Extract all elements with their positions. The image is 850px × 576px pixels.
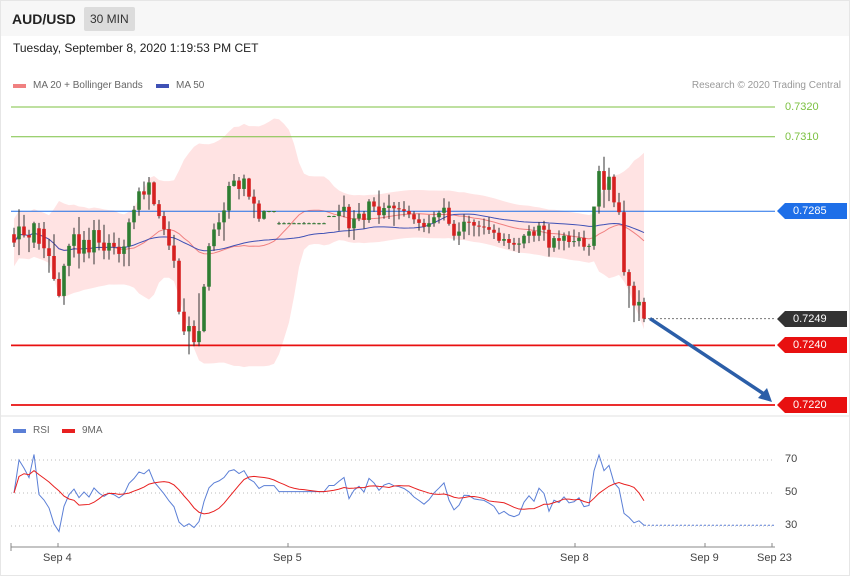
rsi-tick-50: 50 xyxy=(785,486,798,498)
candle xyxy=(612,174,616,208)
candle xyxy=(262,210,266,220)
level-label-resistance: 0.7320 xyxy=(785,101,819,113)
candle xyxy=(207,243,211,291)
x-tick-label: Sep 8 xyxy=(560,552,589,564)
candle xyxy=(177,258,181,315)
forecast-arrow xyxy=(649,317,765,396)
x-tick-label: Sep 9 xyxy=(690,552,719,564)
level-label-support: 0.7240 xyxy=(777,337,847,354)
price-chart-svg xyxy=(1,106,849,551)
x-tick-label: Sep 23 xyxy=(757,552,792,564)
level-label-current: 0.7249 xyxy=(777,310,847,327)
rsi-tick-70: 70 xyxy=(785,453,798,465)
candle xyxy=(597,165,601,214)
rsi-9ma-line xyxy=(13,469,645,515)
rsi-tick-30: 30 xyxy=(785,519,798,531)
rsi-layer xyxy=(11,453,775,533)
candle xyxy=(202,284,206,333)
candle xyxy=(632,281,636,323)
x-tick-label: Sep 4 xyxy=(43,552,72,564)
candle xyxy=(247,177,251,200)
candle xyxy=(62,263,66,305)
level-label-support: 0.7220 xyxy=(777,397,847,413)
level-label-pivot: 0.7285 xyxy=(777,203,847,220)
level-label-resistance: 0.7310 xyxy=(785,130,819,143)
candle xyxy=(367,199,371,223)
candle xyxy=(592,206,596,250)
candle xyxy=(152,181,156,206)
x-tick-label: Sep 5 xyxy=(273,552,302,564)
x-axis xyxy=(10,543,775,551)
rsi-line xyxy=(13,453,645,533)
